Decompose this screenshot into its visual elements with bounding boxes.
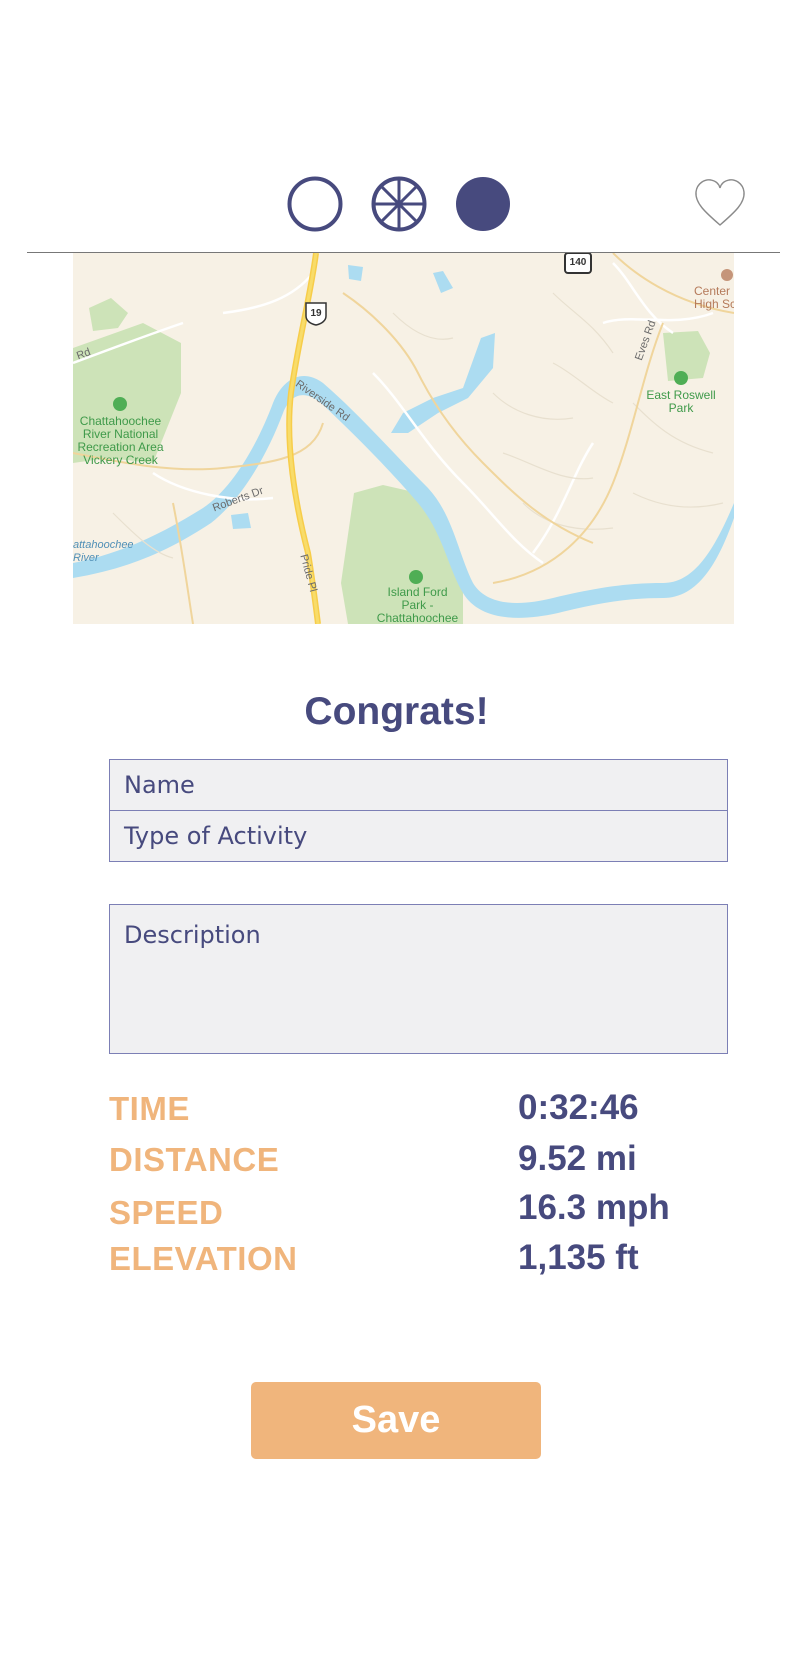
route-map[interactable]: ChattahoocheeRiver NationalRecreation Ar… bbox=[73, 253, 734, 624]
page-title: Congrats! bbox=[0, 690, 793, 734]
heart-outline-icon[interactable] bbox=[693, 176, 747, 230]
circle-outline-icon[interactable] bbox=[287, 176, 343, 232]
stat-value-distance: 9.52 mi bbox=[518, 1139, 637, 1179]
stat-label-elevation: ELEVATION bbox=[109, 1240, 297, 1278]
stat-label-time: TIME bbox=[109, 1090, 190, 1128]
route-140-shield-label: 140 bbox=[565, 256, 591, 269]
us-19-shield-label: 19 bbox=[306, 307, 326, 320]
circle-filled-icon[interactable] bbox=[455, 176, 511, 232]
map-label-river: attahoocheeRiver bbox=[73, 539, 153, 565]
map-label-chattahoochee-park: ChattahoocheeRiver NationalRecreation Ar… bbox=[73, 415, 168, 467]
activity-header bbox=[0, 0, 807, 254]
stat-value-time: 0:32:46 bbox=[518, 1088, 639, 1128]
stat-label-distance: DISTANCE bbox=[109, 1141, 279, 1179]
description-field[interactable]: Description bbox=[109, 904, 728, 1054]
activity-type-field[interactable]: Type of Activity bbox=[109, 810, 728, 862]
map-label-center-high: CenterHigh Sc bbox=[694, 285, 734, 311]
map-label-east-roswell-park: East RoswellPark bbox=[636, 389, 726, 415]
stat-value-speed: 16.3 mph bbox=[518, 1188, 670, 1228]
stat-label-speed: SPEED bbox=[109, 1194, 223, 1232]
save-button[interactable]: Save bbox=[251, 1382, 541, 1459]
stat-value-elevation: 1,135 ft bbox=[518, 1238, 639, 1278]
map-graphic bbox=[73, 253, 734, 624]
name-field[interactable]: Name bbox=[109, 759, 728, 811]
map-label-island-ford-park: Island FordPark -Chattahoochee bbox=[370, 586, 465, 624]
wheel-icon[interactable] bbox=[371, 176, 427, 232]
